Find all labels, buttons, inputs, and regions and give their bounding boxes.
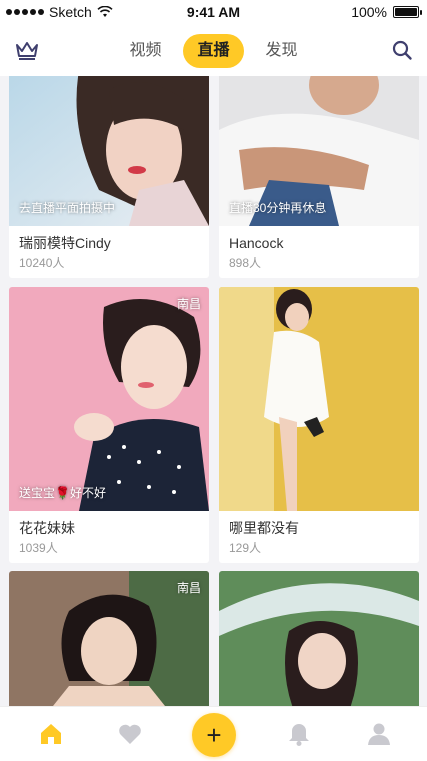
city-label: 南昌 [176,581,201,595]
live-card[interactable]: 去直播平面拍摄中 瑞丽模特Cindy 10240人 [9,76,209,278]
stream-caption: 直播30分钟再休息 [229,201,327,215]
tab-bar: 视频 直播 发现 [0,34,427,68]
tab-video[interactable]: 视频 [115,34,175,68]
viewer-count: 129人 [229,541,262,555]
streamer-name: 瑞丽模特Cindy [19,235,111,251]
live-card[interactable]: 哪里都没有 129人 [219,287,419,563]
bottom-tab-bar: + [0,706,427,761]
card-info: 花花妹妹 1039人 [9,511,209,563]
viewer-count: 1039人 [19,541,58,555]
viewer-count: 10240人 [19,256,65,270]
search-icon[interactable] [391,39,413,61]
live-card[interactable]: 南昌 送宝宝🌹好不好 花花妹妹 1039人 [9,287,209,563]
card-info: 瑞丽模特Cindy 10240人 [9,226,209,278]
card-info: Hancock 898人 [219,226,419,278]
stream-thumbnail: 直播30分钟再休息 [219,76,419,226]
tab-discover[interactable]: 发现 [252,34,312,68]
viewer-count: 898人 [229,256,262,270]
battery-info: 100% [351,4,422,20]
battery-icon [393,6,422,18]
stream-thumbnail: 去直播平面拍摄中 [9,76,209,226]
city-label: 南昌 [176,297,201,311]
streamer-name: 花花妹妹 [19,520,75,536]
live-card[interactable]: 直播30分钟再休息 Hancock 898人 [219,76,419,278]
stream-thumbnail: 南昌 [9,571,209,706]
battery-percent: 100% [351,4,387,20]
add-live-button[interactable]: + [192,713,236,757]
stream-caption: 去直播平面拍摄中 [19,201,116,215]
live-grid: 去直播平面拍摄中 瑞丽模特Cindy 10240人 直播30分钟再休息 Hanc… [0,76,427,706]
stream-caption: 送宝宝🌹好不好 [19,486,106,500]
live-card[interactable]: 南昌 [9,571,209,706]
streamer-name: Hancock [229,235,284,251]
profile-icon[interactable] [366,721,392,747]
heart-icon[interactable] [117,721,143,747]
bell-icon[interactable] [286,721,312,747]
stream-thumbnail [219,287,419,511]
streamer-name: 哪里都没有 [229,520,299,536]
stream-thumbnail: 南昌 送宝宝🌹好不好 [9,287,209,511]
top-nav-bar: 视频 直播 发现 [0,26,427,76]
home-icon[interactable] [38,721,64,747]
tab-live[interactable]: 直播 [183,34,244,68]
stream-thumbnail [219,571,419,706]
live-card[interactable] [219,571,419,706]
card-info: 哪里都没有 129人 [219,511,419,563]
status-bar: Sketch 9:41 AM 100% [0,0,427,26]
